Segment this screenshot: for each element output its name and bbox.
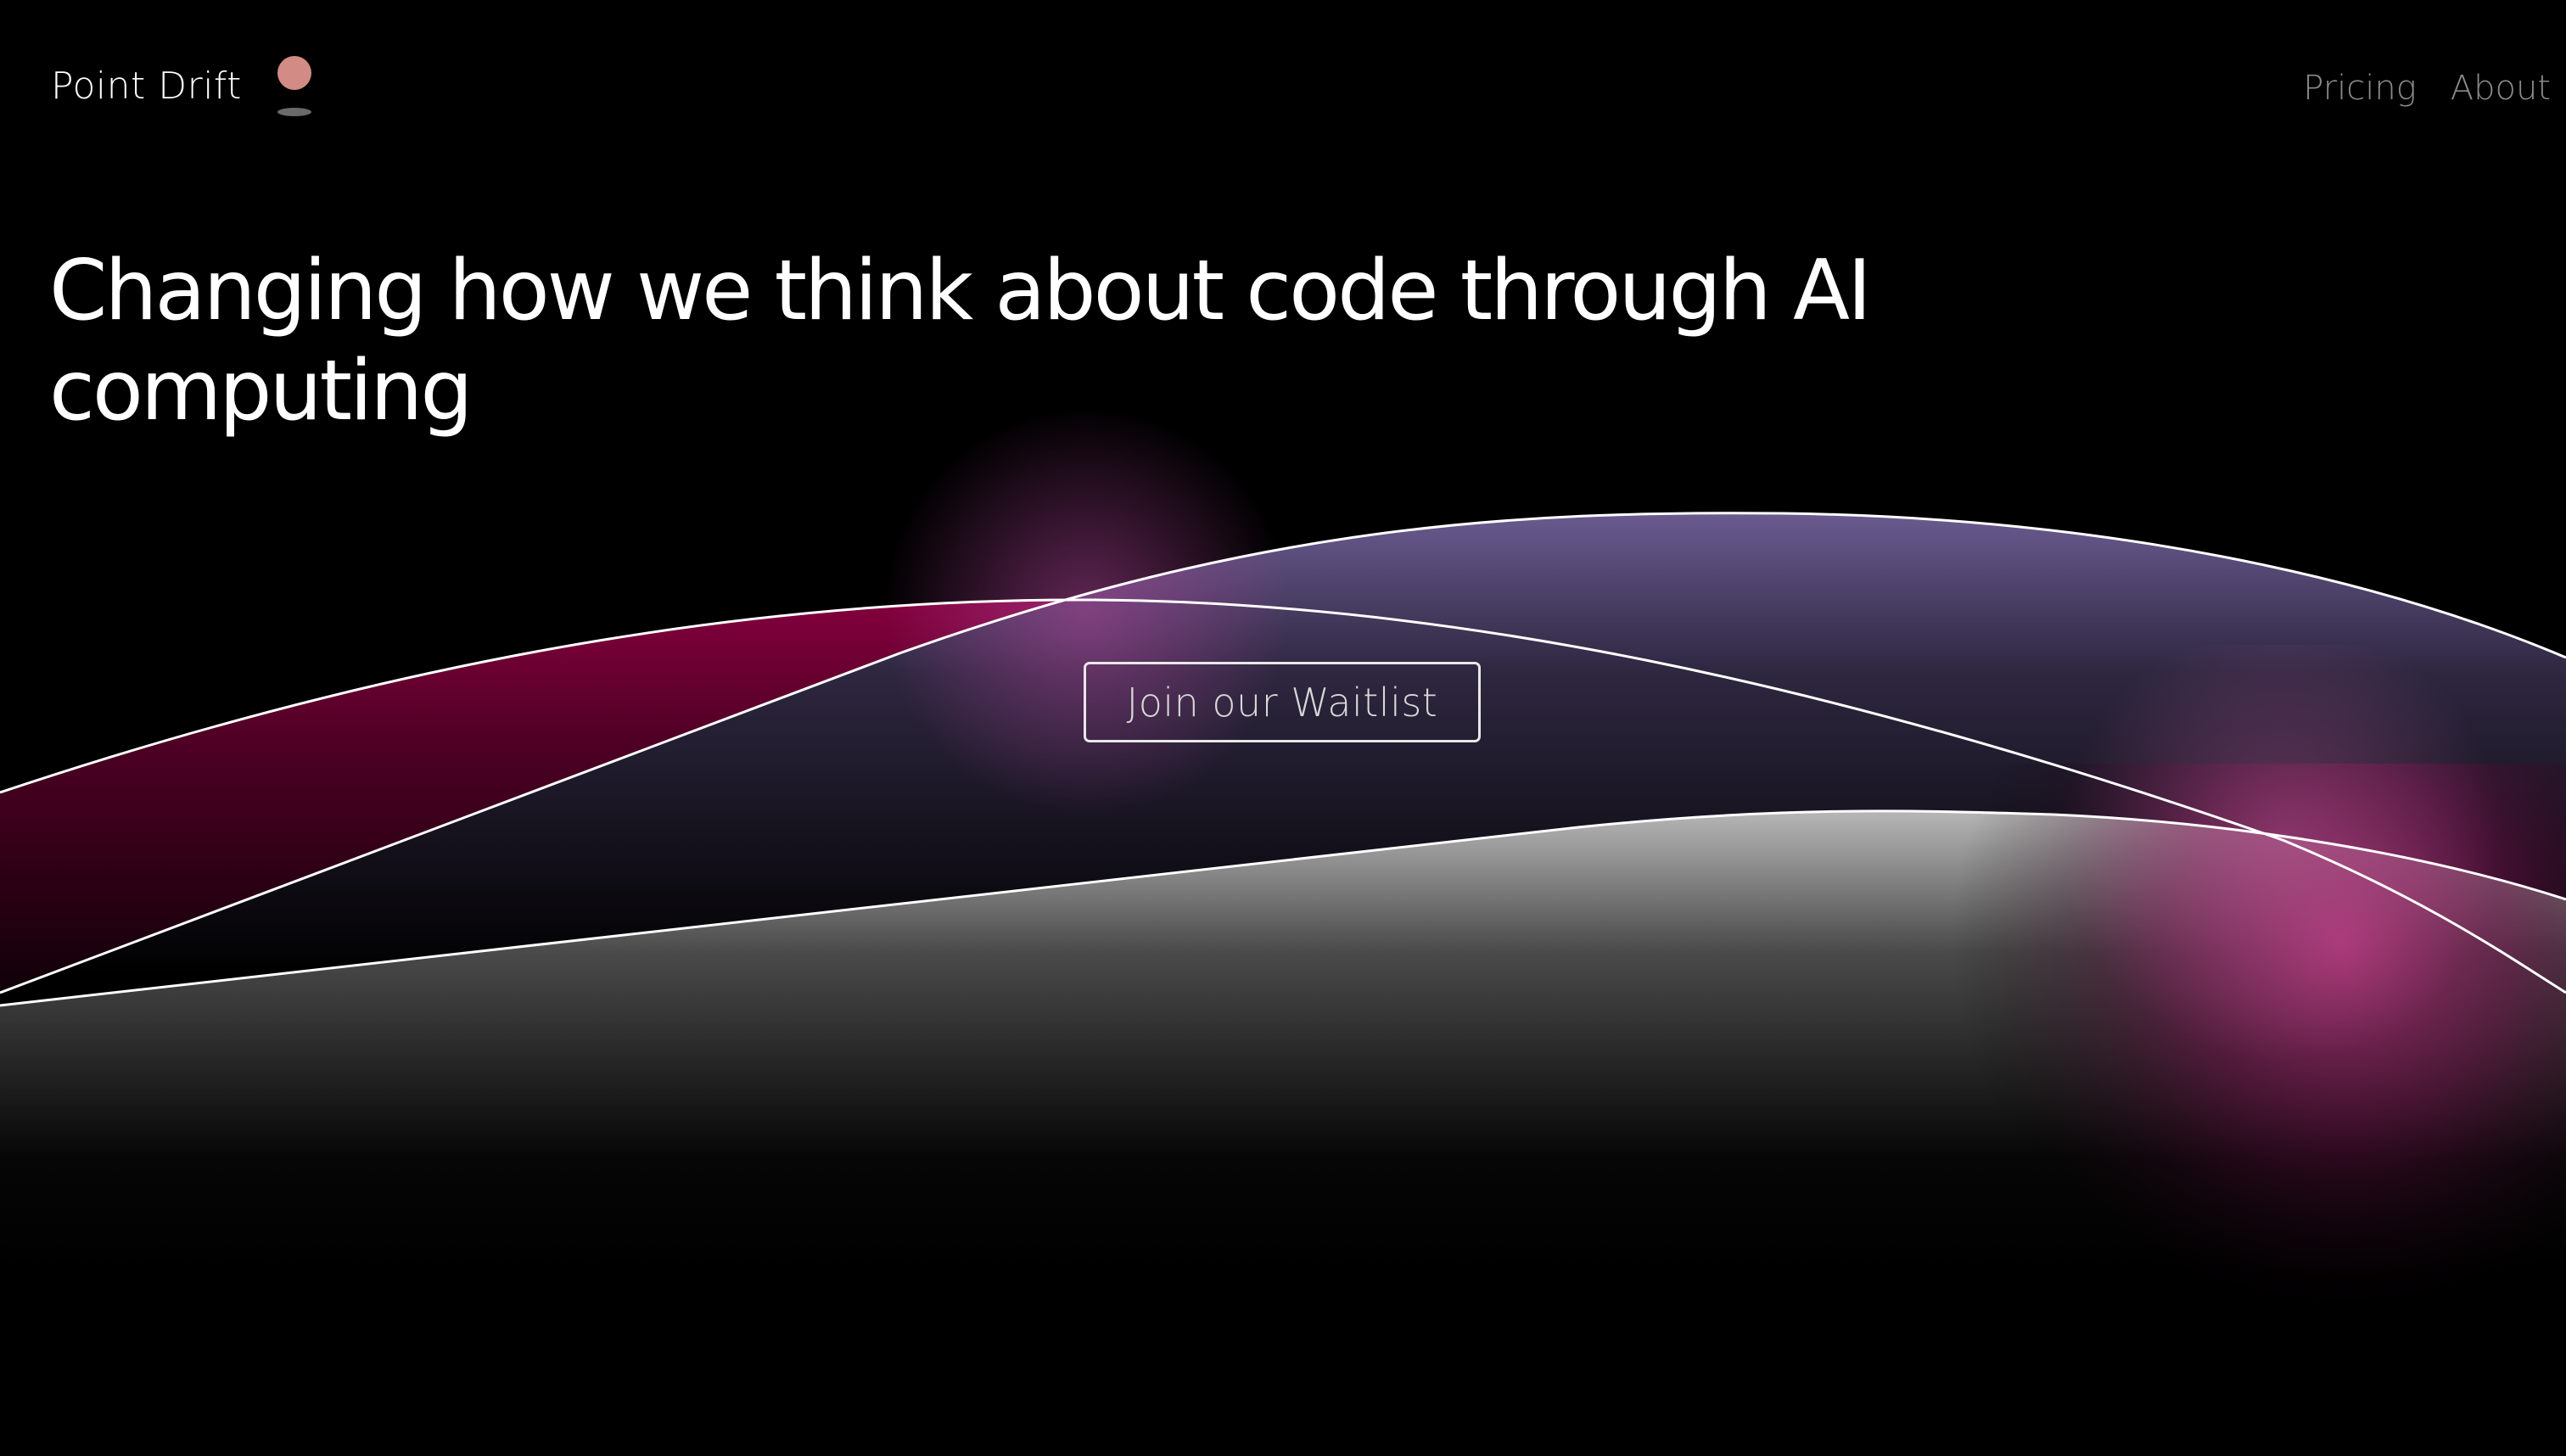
brand-name: Point Drift xyxy=(51,64,242,108)
join-waitlist-button[interactable]: Join our Waitlist xyxy=(1084,662,1481,742)
logo-dot-icon xyxy=(277,56,311,90)
brand-logo-link[interactable]: Point Drift xyxy=(51,54,313,119)
nav-link-pricing[interactable]: Pricing xyxy=(2303,64,2416,112)
nav-link-about[interactable]: About xyxy=(2451,64,2551,112)
logo-shadow-icon xyxy=(277,108,311,116)
brand-logo-icon xyxy=(276,54,313,119)
top-nav: Pricing About xyxy=(2303,64,2551,112)
hero-title: Changing how we think about code through… xyxy=(49,243,1872,440)
